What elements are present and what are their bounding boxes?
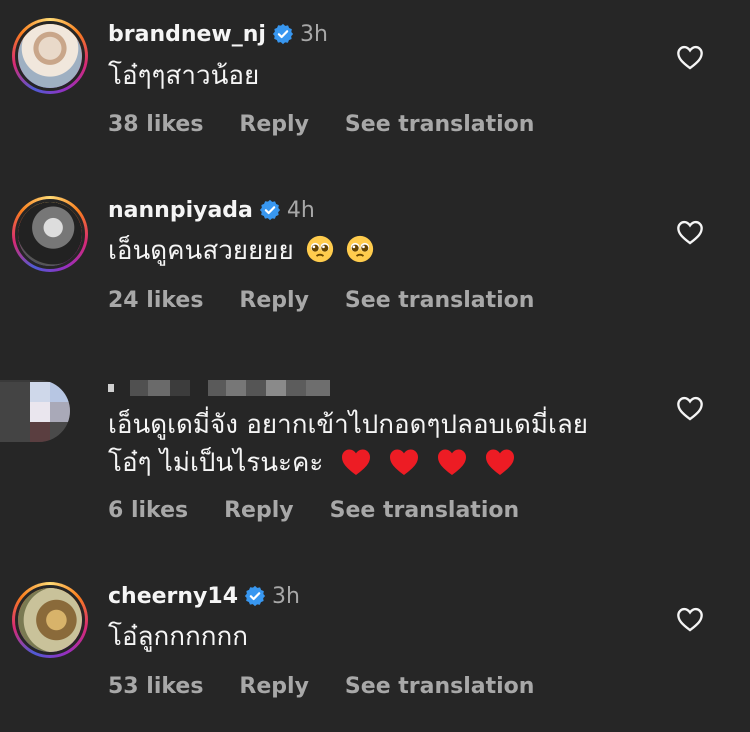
censored-username: [108, 380, 338, 396]
avatar[interactable]: [12, 196, 88, 272]
comment-text: โอ๋ๆ ไม่เป็นไรนะคะ: [108, 448, 324, 478]
comment-text: โอ๋ลูกกกกกก: [108, 622, 248, 652]
username[interactable]: cheerny14: [108, 584, 238, 609]
timestamp: 4h: [286, 197, 315, 223]
avatar[interactable]: [12, 18, 88, 94]
comment-text-row-2: โอ๋ๆ ไม่เป็นไรนะคะ: [108, 445, 516, 481]
red-heart-emoji: [438, 449, 467, 475]
reply-button[interactable]: Reply: [239, 112, 309, 137]
red-heart-emoji: [341, 449, 370, 475]
heart-outline-icon[interactable]: [676, 395, 704, 421]
likes-count[interactable]: 53 likes: [108, 674, 203, 699]
profile-photo: [18, 588, 82, 652]
reply-button[interactable]: Reply: [239, 674, 309, 699]
avatar[interactable]: [12, 582, 88, 658]
likes-count[interactable]: 6 likes: [108, 498, 188, 523]
timestamp: 3h: [272, 583, 300, 609]
timestamp: 3h: [299, 21, 328, 47]
red-heart-emoji: [486, 449, 515, 475]
red-heart-emoji: [389, 449, 418, 475]
see-translation-link[interactable]: See translation: [345, 674, 535, 699]
pleading-face-emoji: [306, 235, 334, 263]
profile-photo: [18, 24, 82, 88]
heart-outline-icon[interactable]: [676, 606, 704, 632]
likes-count[interactable]: 24 likes: [108, 288, 203, 313]
see-translation-link[interactable]: See translation: [330, 498, 520, 523]
username[interactable]: brandnew_nj: [108, 22, 266, 47]
see-translation-link[interactable]: See translation: [345, 288, 535, 313]
username[interactable]: nannpiyada: [108, 198, 253, 223]
profile-photo: [18, 202, 82, 266]
see-translation-link[interactable]: See translation: [345, 112, 535, 137]
comment-text: เอ็นดูคนสวยยยย: [108, 236, 294, 266]
verified-badge-icon: [244, 585, 266, 607]
avatar[interactable]: [0, 380, 70, 442]
comment-text: เอ็นดูเดมี่จัง อยากเข้าไปกอดๆปลอบเดมี่เล…: [108, 410, 589, 440]
likes-count[interactable]: 38 likes: [108, 112, 203, 137]
verified-badge-icon: [272, 23, 294, 45]
reply-button[interactable]: Reply: [224, 498, 294, 523]
pleading-face-emoji: [347, 235, 374, 263]
verified-badge-icon: [259, 199, 280, 221]
comment-text: โอ๋ๆๆสาวน้อย: [108, 61, 260, 91]
comment-text-row: เอ็นดูคนสวยยยย: [108, 233, 374, 269]
heart-outline-icon[interactable]: [676, 219, 704, 245]
reply-button[interactable]: Reply: [239, 288, 309, 313]
heart-outline-icon[interactable]: [676, 44, 704, 70]
